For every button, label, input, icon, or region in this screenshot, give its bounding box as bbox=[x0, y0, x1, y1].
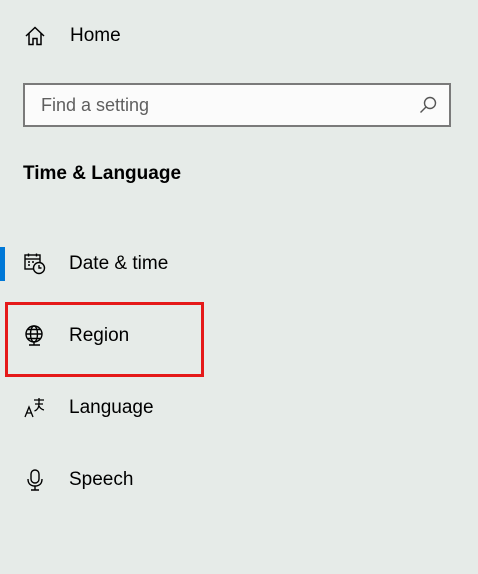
calendar-clock-icon bbox=[22, 251, 48, 277]
section-title: Time & Language bbox=[23, 163, 182, 184]
nav-item-label: Speech bbox=[69, 469, 134, 490]
nav-item-label: Region bbox=[69, 325, 130, 346]
search-icon[interactable] bbox=[417, 94, 439, 116]
home-icon bbox=[22, 23, 48, 49]
search-input[interactable] bbox=[25, 93, 417, 117]
nav-item-date-time[interactable]: Date & time bbox=[0, 238, 478, 290]
search-box[interactable] bbox=[23, 83, 451, 127]
globe-icon bbox=[22, 323, 48, 349]
home-nav-item[interactable]: Home bbox=[22, 20, 121, 52]
nav-item-speech[interactable]: Speech bbox=[0, 454, 478, 506]
nav-item-label: Language bbox=[69, 397, 154, 418]
language-icon bbox=[22, 395, 48, 421]
home-label: Home bbox=[70, 25, 121, 46]
nav-item-language[interactable]: Language bbox=[0, 382, 478, 434]
nav-item-label: Date & time bbox=[69, 253, 169, 274]
microphone-icon bbox=[22, 467, 48, 493]
nav-item-region[interactable]: Region bbox=[0, 310, 478, 362]
